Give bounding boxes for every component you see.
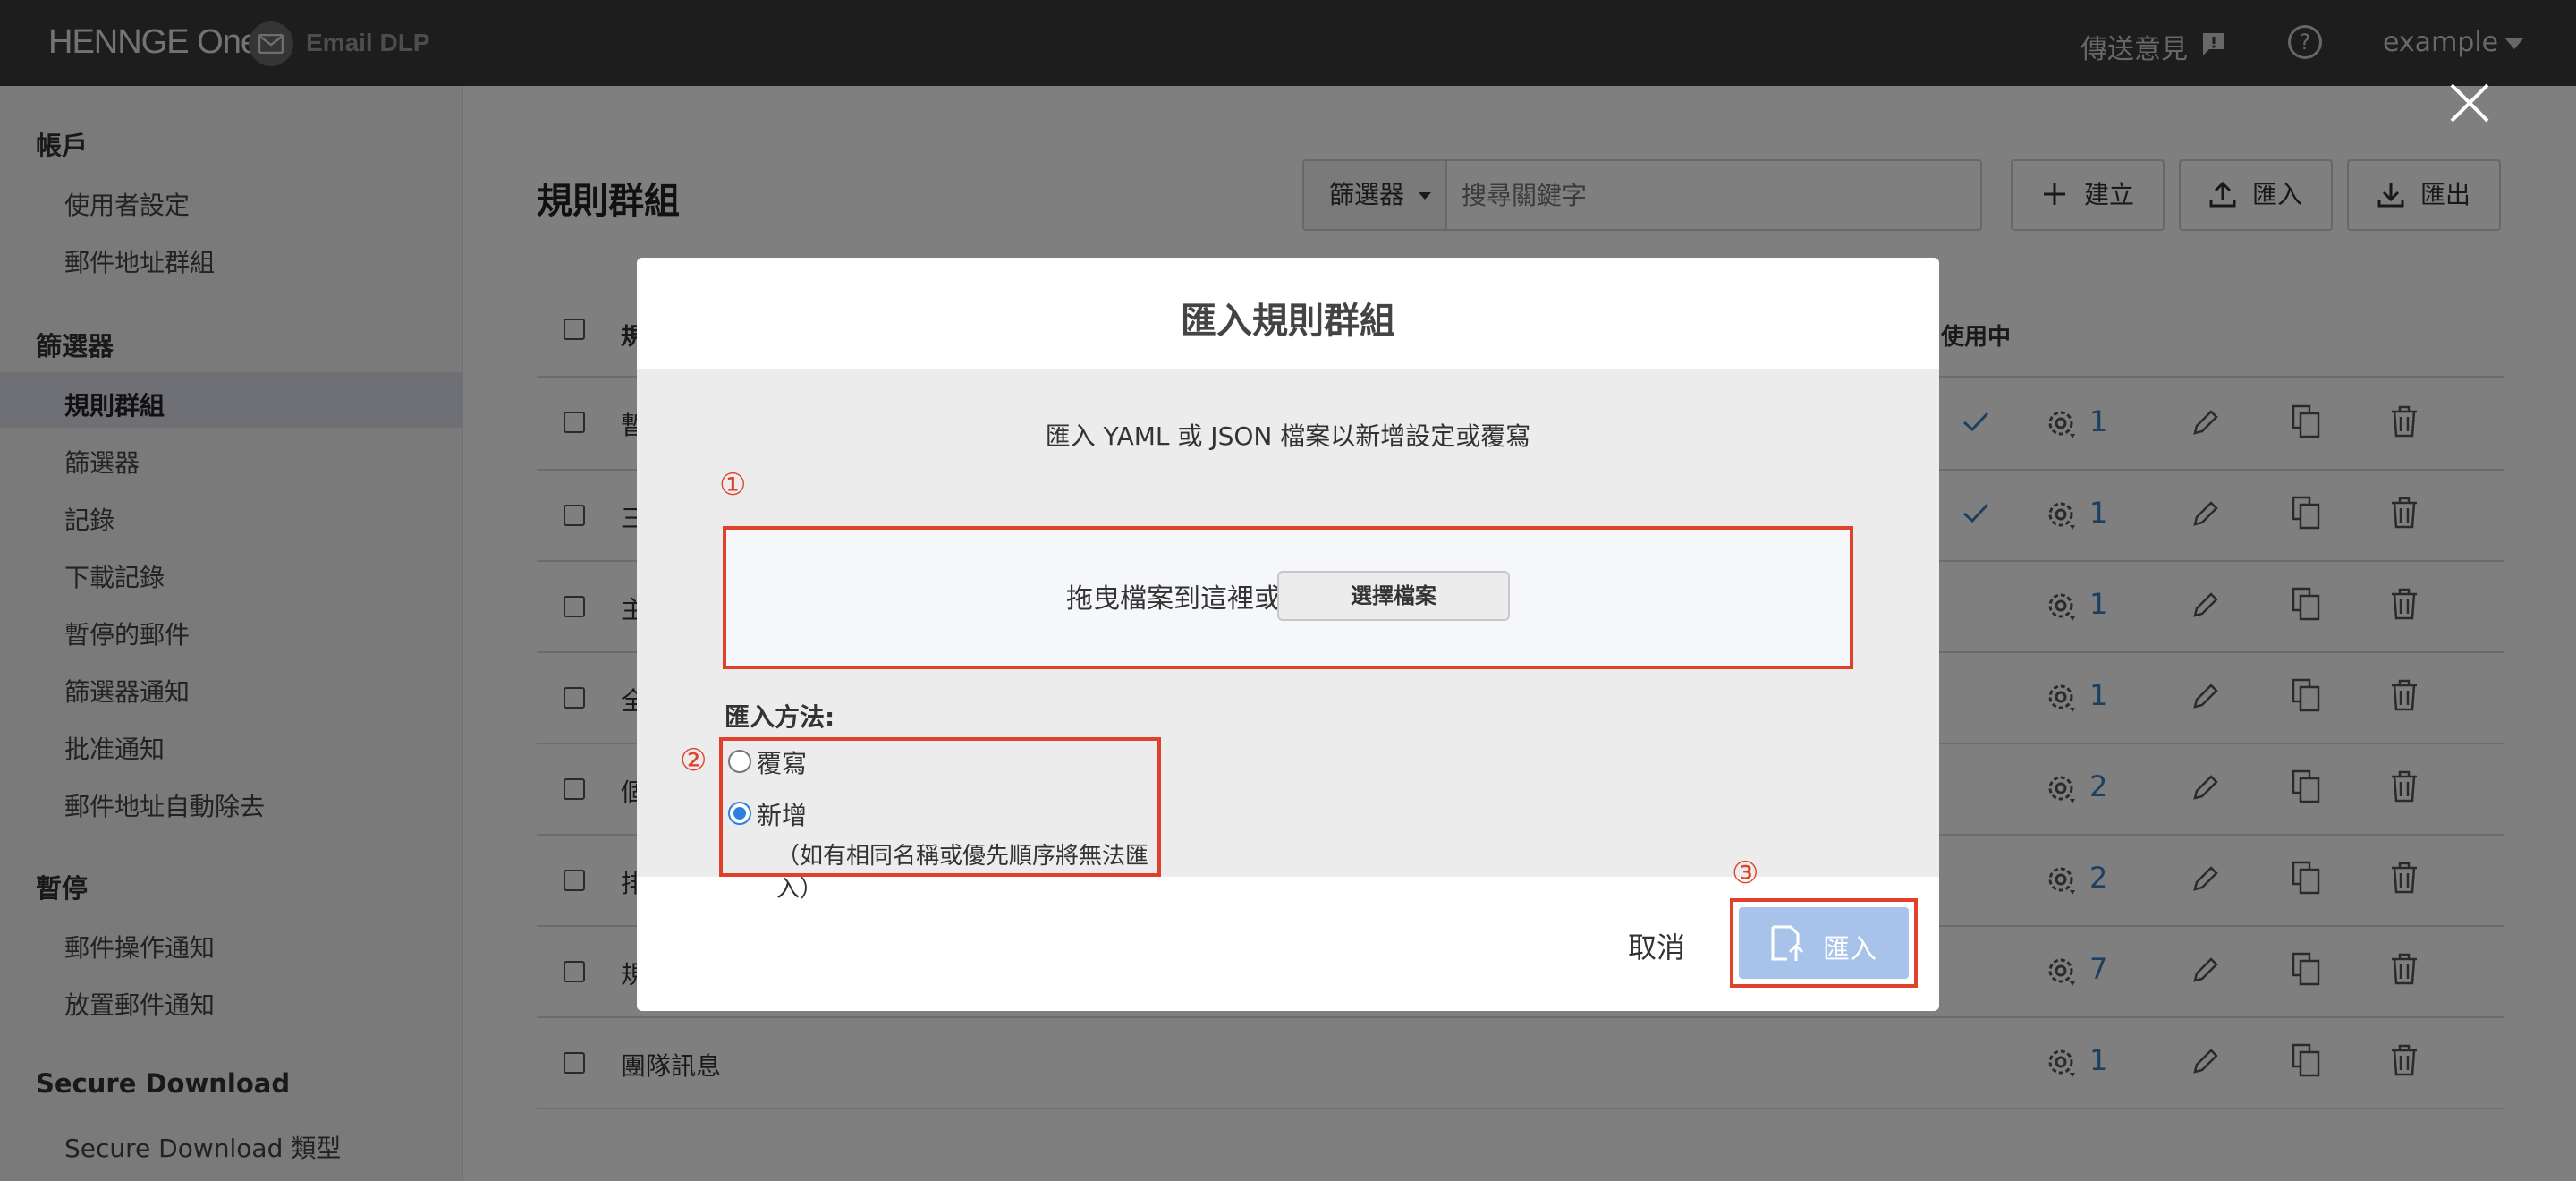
import-rule-groups-dialog: 匯入規則群組 匯入 YAML 或 JSON 檔案以新增設定或覆寫 ① 拖曳檔案到…	[637, 258, 1939, 1011]
dialog-instruction: 匯入 YAML 或 JSON 檔案以新增設定或覆寫	[1045, 421, 1531, 451]
drop-zone-text: 拖曳檔案到這裡或	[1066, 583, 1281, 615]
choose-file-button[interactable]: 選擇檔案	[1277, 571, 1510, 621]
import-method-label: 匯入方法:	[724, 702, 835, 732]
file-upload-icon	[1771, 925, 1804, 961]
add-option-note: （如有相同名稱或優先順序將無法匯入）	[776, 843, 1149, 903]
step-marker-2: ②	[680, 743, 708, 778]
step-marker-1: ①	[719, 467, 747, 503]
import-button-label: 匯入	[1823, 934, 1877, 965]
close-icon[interactable]	[2449, 82, 2490, 123]
step-marker-3: ③	[1732, 855, 1759, 891]
import-button-highlight: 匯入	[1730, 898, 1918, 988]
overwrite-label[interactable]: 覆寫	[757, 744, 807, 780]
dialog-title: 匯入規則群組	[1181, 301, 1395, 342]
add-label[interactable]: 新增	[757, 796, 807, 832]
add-radio[interactable]	[728, 802, 751, 825]
import-button[interactable]: 匯入	[1739, 907, 1909, 979]
import-method-options: 覆寫 新增 （如有相同名稱或優先順序將無法匯入）	[719, 737, 1161, 903]
overwrite-radio[interactable]	[728, 750, 751, 773]
cancel-button[interactable]: 取消	[1628, 925, 1685, 966]
file-drop-zone[interactable]: 拖曳檔案到這裡或 選擇檔案	[723, 526, 1853, 669]
dialog-body: 匯入 YAML 或 JSON 檔案以新增設定或覆寫 ① 拖曳檔案到這裡或 選擇檔…	[637, 369, 1939, 903]
